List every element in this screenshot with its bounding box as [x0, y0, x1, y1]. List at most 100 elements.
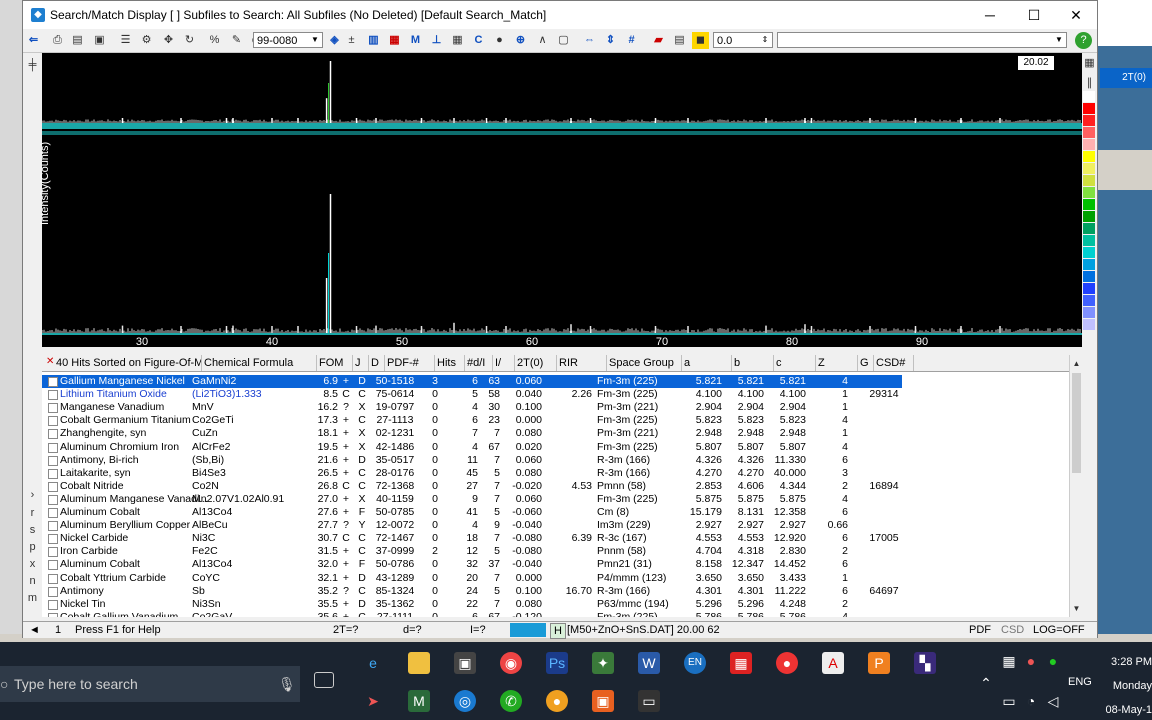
app-bottom-5-icon[interactable]: ● — [546, 690, 568, 712]
clock[interactable]: 3:28 PM Monday 08-May-1 — [1100, 654, 1152, 718]
table-row[interactable]: Cobalt Gallium Vanadium Co2GaV 35.6 + C 27-11… — [42, 611, 902, 617]
column-header[interactable]: Chemical Formula — [202, 355, 317, 371]
palette-swatch[interactable] — [1083, 103, 1095, 114]
network-icon[interactable]: ▦ — [998, 650, 1020, 672]
move-icon[interactable]: ✥ — [160, 32, 177, 49]
column-header[interactable]: PDF-# — [385, 355, 435, 371]
palette-swatch[interactable] — [1083, 139, 1095, 150]
battery-icon[interactable]: ▭ — [998, 690, 1020, 712]
app-bottom-3-icon[interactable]: ◎ — [454, 690, 476, 712]
task-view-icon[interactable] — [314, 672, 334, 688]
row-checkbox[interactable] — [48, 377, 58, 387]
column-header[interactable]: b — [732, 355, 774, 371]
box-icon[interactable]: ▢ — [555, 32, 572, 49]
row-checkbox[interactable] — [48, 494, 58, 505]
row-checkbox[interactable] — [48, 599, 58, 610]
table-row[interactable]: Aluminum Cobalt Al13Co4 32.0 + F 50-0786 0 32 37… — [42, 558, 902, 571]
column-header[interactable]: CSD# — [874, 355, 914, 371]
palette-swatch[interactable] — [1083, 307, 1095, 318]
status-csd[interactable]: CSD — [1001, 623, 1024, 637]
palette-swatch[interactable] — [1083, 283, 1095, 294]
back-icon[interactable]: ⇐ — [25, 32, 42, 49]
tray-wechat-icon[interactable]: ● — [1042, 650, 1064, 672]
scroll-thumb[interactable] — [1072, 373, 1081, 473]
taskbar-search[interactable]: ○ Type here to search 🎙 — [0, 666, 300, 702]
row-checkbox[interactable] — [48, 612, 58, 617]
pattern-chart-area[interactable]: 30 40 50 60 70 80 90 Intensity(Counts) 20.02 — [39, 53, 1082, 347]
pin-icon[interactable]: ╪ — [24, 57, 41, 74]
row-checkbox[interactable] — [48, 547, 58, 558]
row-checkbox[interactable] — [48, 390, 58, 401]
store-icon[interactable]: ▣ — [454, 652, 476, 674]
table-row[interactable]: Gallium Manganese Nickel GaMnNi2 6.9 + D 50-1… — [42, 375, 902, 388]
app-purple-icon[interactable]: ▚ — [914, 652, 936, 674]
spin-icon[interactable]: ⇕ — [758, 33, 772, 47]
column-header[interactable]: RIR — [557, 355, 607, 371]
scroll-down-icon[interactable]: ▼ — [1068, 600, 1085, 617]
table-row[interactable]: Aluminum Manganese Vanadi... Mn2.07V1.02A… — [42, 493, 902, 506]
column-header[interactable]: Space Group — [607, 355, 682, 371]
column-header[interactable]: Z — [816, 355, 858, 371]
bar-chart-icon[interactable]: ▥ — [365, 32, 382, 49]
chevron-down-icon[interactable]: ▼ — [1052, 33, 1066, 47]
palette-swatch[interactable] — [1083, 223, 1095, 234]
header-close-icon[interactable]: ✕ — [46, 356, 54, 367]
print-small-icon[interactable]: ▤ — [671, 32, 688, 49]
edge-icon[interactable]: e — [362, 652, 384, 674]
row-checkbox[interactable] — [48, 521, 58, 532]
folder-icon[interactable]: ▣ — [91, 32, 108, 49]
status-log[interactable]: LOG=OFF — [1033, 623, 1085, 637]
table-row[interactable]: Aluminum Chromium Iron AlCrFe2 19.5 + X 42-14… — [42, 441, 902, 454]
palette-swatch[interactable] — [1083, 259, 1095, 270]
row-checkbox[interactable] — [48, 455, 58, 466]
word-icon[interactable]: W — [638, 652, 660, 674]
highlight-icon[interactable]: ◼ — [692, 32, 709, 49]
palette-swatch[interactable] — [1083, 199, 1095, 210]
palette-swatch[interactable] — [1083, 319, 1095, 330]
palette-swatch[interactable] — [1083, 115, 1095, 126]
palette-swatch[interactable] — [1083, 247, 1095, 258]
table-row[interactable]: Cobalt Germanium Titanium Co2GeTi 17.3 + C 27… — [42, 414, 902, 427]
palette-swatch[interactable] — [1083, 295, 1095, 306]
table-row[interactable]: Cobalt Yttrium Carbide CoYC 32.1 + D 43-1289 0… — [42, 572, 902, 585]
tray-chevron-icon[interactable]: ⌃ — [975, 672, 997, 694]
row-checkbox[interactable] — [48, 442, 58, 453]
lookup-icon[interactable]: ⊕ — [512, 32, 529, 49]
table-row[interactable]: Nickel Tin Ni3Sn 35.5 + D 35-1362 0 22 7 0.080 P63… — [42, 598, 902, 611]
palette-swatch[interactable] — [1083, 163, 1095, 174]
row-checkbox[interactable] — [48, 468, 58, 479]
palette-swatch[interactable] — [1083, 127, 1095, 138]
language-indicator[interactable]: ENG — [1068, 676, 1092, 688]
palette-swatch[interactable] — [1083, 211, 1095, 222]
table-row[interactable]: Antimony Sb 35.2? C 85-1324 0 24 5 0.100 16.70 R-3… — [42, 585, 902, 598]
table-row[interactable]: Aluminum Beryllium Copper AlBeCu 27.7? Y 12-… — [42, 519, 902, 532]
status-pdf[interactable]: PDF — [969, 623, 991, 637]
row-checkbox[interactable] — [48, 481, 58, 492]
column-header[interactable]: Hits — [435, 355, 465, 371]
refresh-icon[interactable]: ↻ — [181, 32, 198, 49]
column-header[interactable]: I/ — [493, 355, 515, 371]
plus-minus-icon[interactable]: ± — [343, 32, 360, 49]
column-header[interactable]: 2T(0) — [515, 355, 557, 371]
palette-swatch[interactable] — [1083, 151, 1095, 162]
peak-chart-icon[interactable]: ▦ — [386, 32, 403, 49]
table-row[interactable]: Cobalt Nitride Co2N 26.8 C C 72-1368 0 27 7 -0.02… — [42, 480, 902, 493]
settings-icon[interactable]: ⚙ — [138, 32, 155, 49]
print-icon[interactable]: ⎙ — [49, 32, 66, 49]
hash-icon[interactable]: # — [623, 32, 640, 49]
chrome-icon[interactable]: ◉ — [500, 652, 522, 674]
r-icon[interactable]: r — [24, 505, 41, 522]
table-row[interactable]: Laitakarite, syn Bi4Se3 26.5 + C 28-0176 0 45 5 0… — [42, 467, 902, 480]
minimize-button[interactable]: ─ — [969, 1, 1011, 29]
row-checkbox[interactable] — [48, 416, 58, 427]
row-checkbox[interactable] — [48, 586, 58, 597]
column-header[interactable]: a — [682, 355, 732, 371]
percent-icon[interactable]: % — [206, 32, 223, 49]
list-icon[interactable]: ☰ — [117, 32, 134, 49]
table-row[interactable]: Iron Carbide Fe2C 31.5 + C 37-0999 2 12 5 -0.080 P… — [42, 545, 902, 558]
chevron-down-icon[interactable]: ▼ — [308, 33, 322, 47]
printer-setup-icon[interactable]: ▤ — [69, 32, 86, 49]
grid-icon[interactable]: ▦ — [449, 32, 466, 49]
row-checkbox[interactable] — [48, 429, 58, 440]
palette-swatch[interactable] — [1083, 175, 1095, 186]
